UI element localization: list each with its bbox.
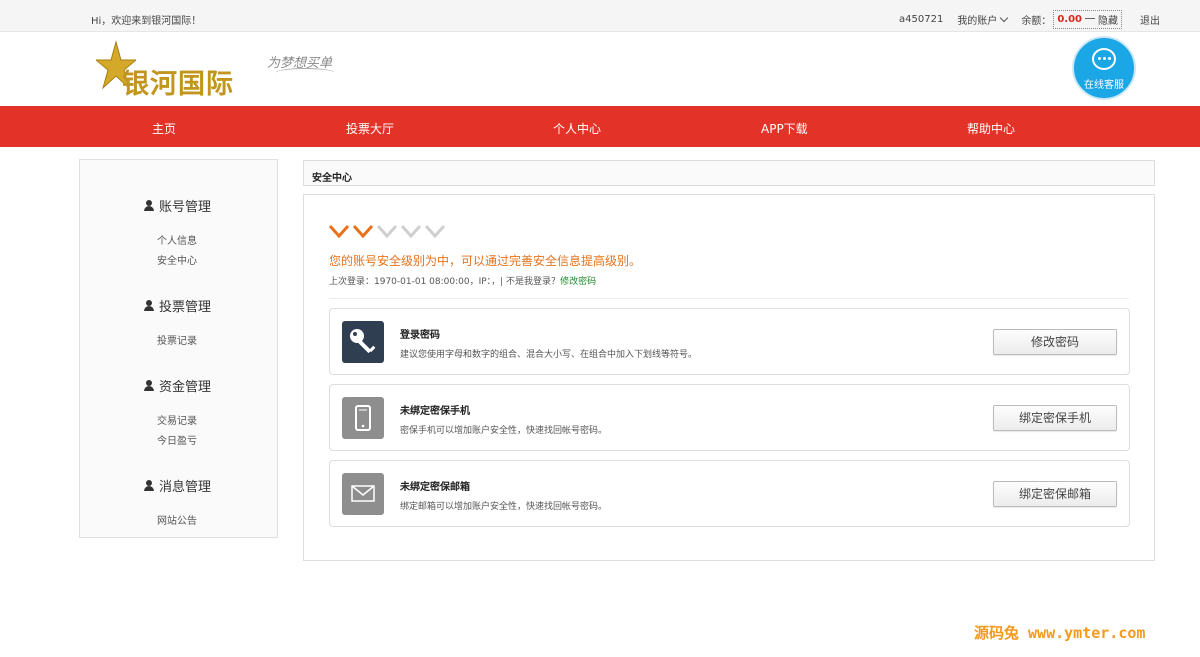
sidebar-item-security[interactable]: 安全中心 xyxy=(157,252,197,267)
sidebar-group-label: 消息管理 xyxy=(159,480,212,495)
sidebar-group-title: 投票管理 xyxy=(144,296,211,315)
bind-phone-button[interactable]: 绑定密保手机 xyxy=(993,405,1117,431)
nav-item-lobby[interactable]: 投票大厅 xyxy=(346,120,394,137)
level-mark-filled xyxy=(328,224,350,239)
user-icon xyxy=(144,300,154,311)
change-password-button[interactable]: 修改密码 xyxy=(993,329,1117,355)
my-account-dropdown[interactable]: 我的账户 xyxy=(957,12,1009,27)
key-icon xyxy=(342,321,384,363)
user-icon xyxy=(144,380,154,391)
sidebar-item-profile[interactable]: 个人信息 xyxy=(157,232,197,247)
logo-text: 银河国际 xyxy=(122,69,234,100)
divider xyxy=(329,298,1129,299)
nav-item-home[interactable]: 主页 xyxy=(152,120,176,137)
user-icon xyxy=(144,200,154,211)
header: 银河国际 为梦想买单 在线客服 xyxy=(0,32,1200,106)
account-bar: a450721 我的账户 余额： 0.00 隐藏 退出 xyxy=(885,10,1160,29)
security-level-text: 您的账号安全级别为中，可以通过完善安全信息提高级别。 xyxy=(329,254,642,268)
sidebar-item-daily-pnl[interactable]: 今日盈亏 xyxy=(157,432,197,447)
sidebar-group-title: 消息管理 xyxy=(144,476,211,495)
card-title: 未绑定密保手机 xyxy=(400,406,470,417)
security-email-card: 未绑定密保邮箱 绑定邮箱可以增加账户安全性，快速找回帐号密码。 绑定密保邮箱 xyxy=(329,460,1130,527)
hide-balance-toggle[interactable]: 隐藏 xyxy=(1098,12,1118,27)
card-description: 建议您使用字母和数字的组合、混合大小写、在组合中加入下划线等符号。 xyxy=(400,350,698,360)
change-password-link[interactable]: 修改密码 xyxy=(560,277,596,287)
nav-item-personal[interactable]: 个人中心 xyxy=(553,120,601,137)
sidebar-item-vote-records[interactable]: 投票记录 xyxy=(157,332,197,347)
security-phone-card: 未绑定密保手机 密保手机可以增加账户安全性，快速找回帐号密码。 绑定密保手机 xyxy=(329,384,1130,451)
card-title: 未绑定密保邮箱 xyxy=(400,482,470,493)
username: a450721 xyxy=(899,14,944,25)
watermark: 源码兔 www.ymter.com xyxy=(974,624,1146,642)
last-login-info: 上次登录：1970-01-01 08:00:00，IP：，| 不是我登录？修改密… xyxy=(329,274,596,287)
card-description: 绑定邮箱可以增加账户安全性，快速找回帐号密码。 xyxy=(400,502,608,512)
service-label: 在线客服 xyxy=(1084,80,1124,91)
chevron-down-icon xyxy=(1000,13,1009,23)
nav-item-app[interactable]: APP下载 xyxy=(761,120,808,137)
level-mark-filled xyxy=(352,224,374,239)
sidebar-item-announcements[interactable]: 网站公告 xyxy=(157,512,197,527)
security-panel: 您的账号安全级别为中，可以通过完善安全信息提高级别。 上次登录：1970-01-… xyxy=(303,194,1155,561)
balance-label: 余额： xyxy=(1021,16,1052,27)
card-title: 登录密码 xyxy=(400,330,440,341)
level-mark-empty xyxy=(424,224,446,239)
balance-box: 0.00 隐藏 xyxy=(1053,10,1122,29)
sidebar-group-label: 账号管理 xyxy=(159,200,212,215)
slogan-swoosh xyxy=(275,68,335,78)
sidebar: 账号管理 个人信息 安全中心 投票管理 投票记录 资金管理 交易记录 今日盈亏 … xyxy=(79,159,278,538)
phone-icon xyxy=(342,397,384,439)
logo[interactable]: 银河国际 xyxy=(96,40,256,100)
card-description: 密保手机可以增加账户安全性，快速找回帐号密码。 xyxy=(400,426,608,436)
sidebar-group-label: 投票管理 xyxy=(159,300,212,315)
sidebar-group-title: 账号管理 xyxy=(144,196,211,215)
my-account-label: 我的账户 xyxy=(957,16,998,27)
balance-value: 0.00 xyxy=(1057,14,1082,25)
main-nav: 主页 投票大厅 个人中心 APP下载 帮助中心 xyxy=(0,106,1200,147)
mail-icon xyxy=(342,473,384,515)
online-service-button[interactable]: 在线客服 xyxy=(1072,36,1136,100)
top-bar: Hi，欢迎来到银河国际！ a450721 我的账户 余额： 0.00 隐藏 退出 xyxy=(0,0,1200,32)
last-login-text: 上次登录：1970-01-01 08:00:00，IP：，| 不是我登录？ xyxy=(329,277,561,287)
balance: 余额： 0.00 隐藏 xyxy=(1021,10,1122,29)
security-level-indicator xyxy=(328,224,446,239)
sidebar-group-label: 资金管理 xyxy=(159,380,212,395)
logout-link[interactable]: 退出 xyxy=(1140,12,1160,27)
page-title: 安全中心 xyxy=(303,160,1155,186)
nav-item-help[interactable]: 帮助中心 xyxy=(967,120,1015,137)
chat-bubble-icon xyxy=(1092,48,1116,70)
login-password-card: 登录密码 建议您使用字母和数字的组合、混合大小写、在组合中加入下划线等符号。 修… xyxy=(329,308,1130,375)
level-mark-empty xyxy=(400,224,422,239)
welcome-text: Hi，欢迎来到银河国际！ xyxy=(91,16,202,27)
sidebar-group-title: 资金管理 xyxy=(144,376,211,395)
eye-closed-icon xyxy=(1085,18,1095,21)
bind-email-button[interactable]: 绑定密保邮箱 xyxy=(993,481,1117,507)
sidebar-item-transactions[interactable]: 交易记录 xyxy=(157,412,197,427)
level-mark-empty xyxy=(376,224,398,239)
user-icon xyxy=(144,480,154,491)
